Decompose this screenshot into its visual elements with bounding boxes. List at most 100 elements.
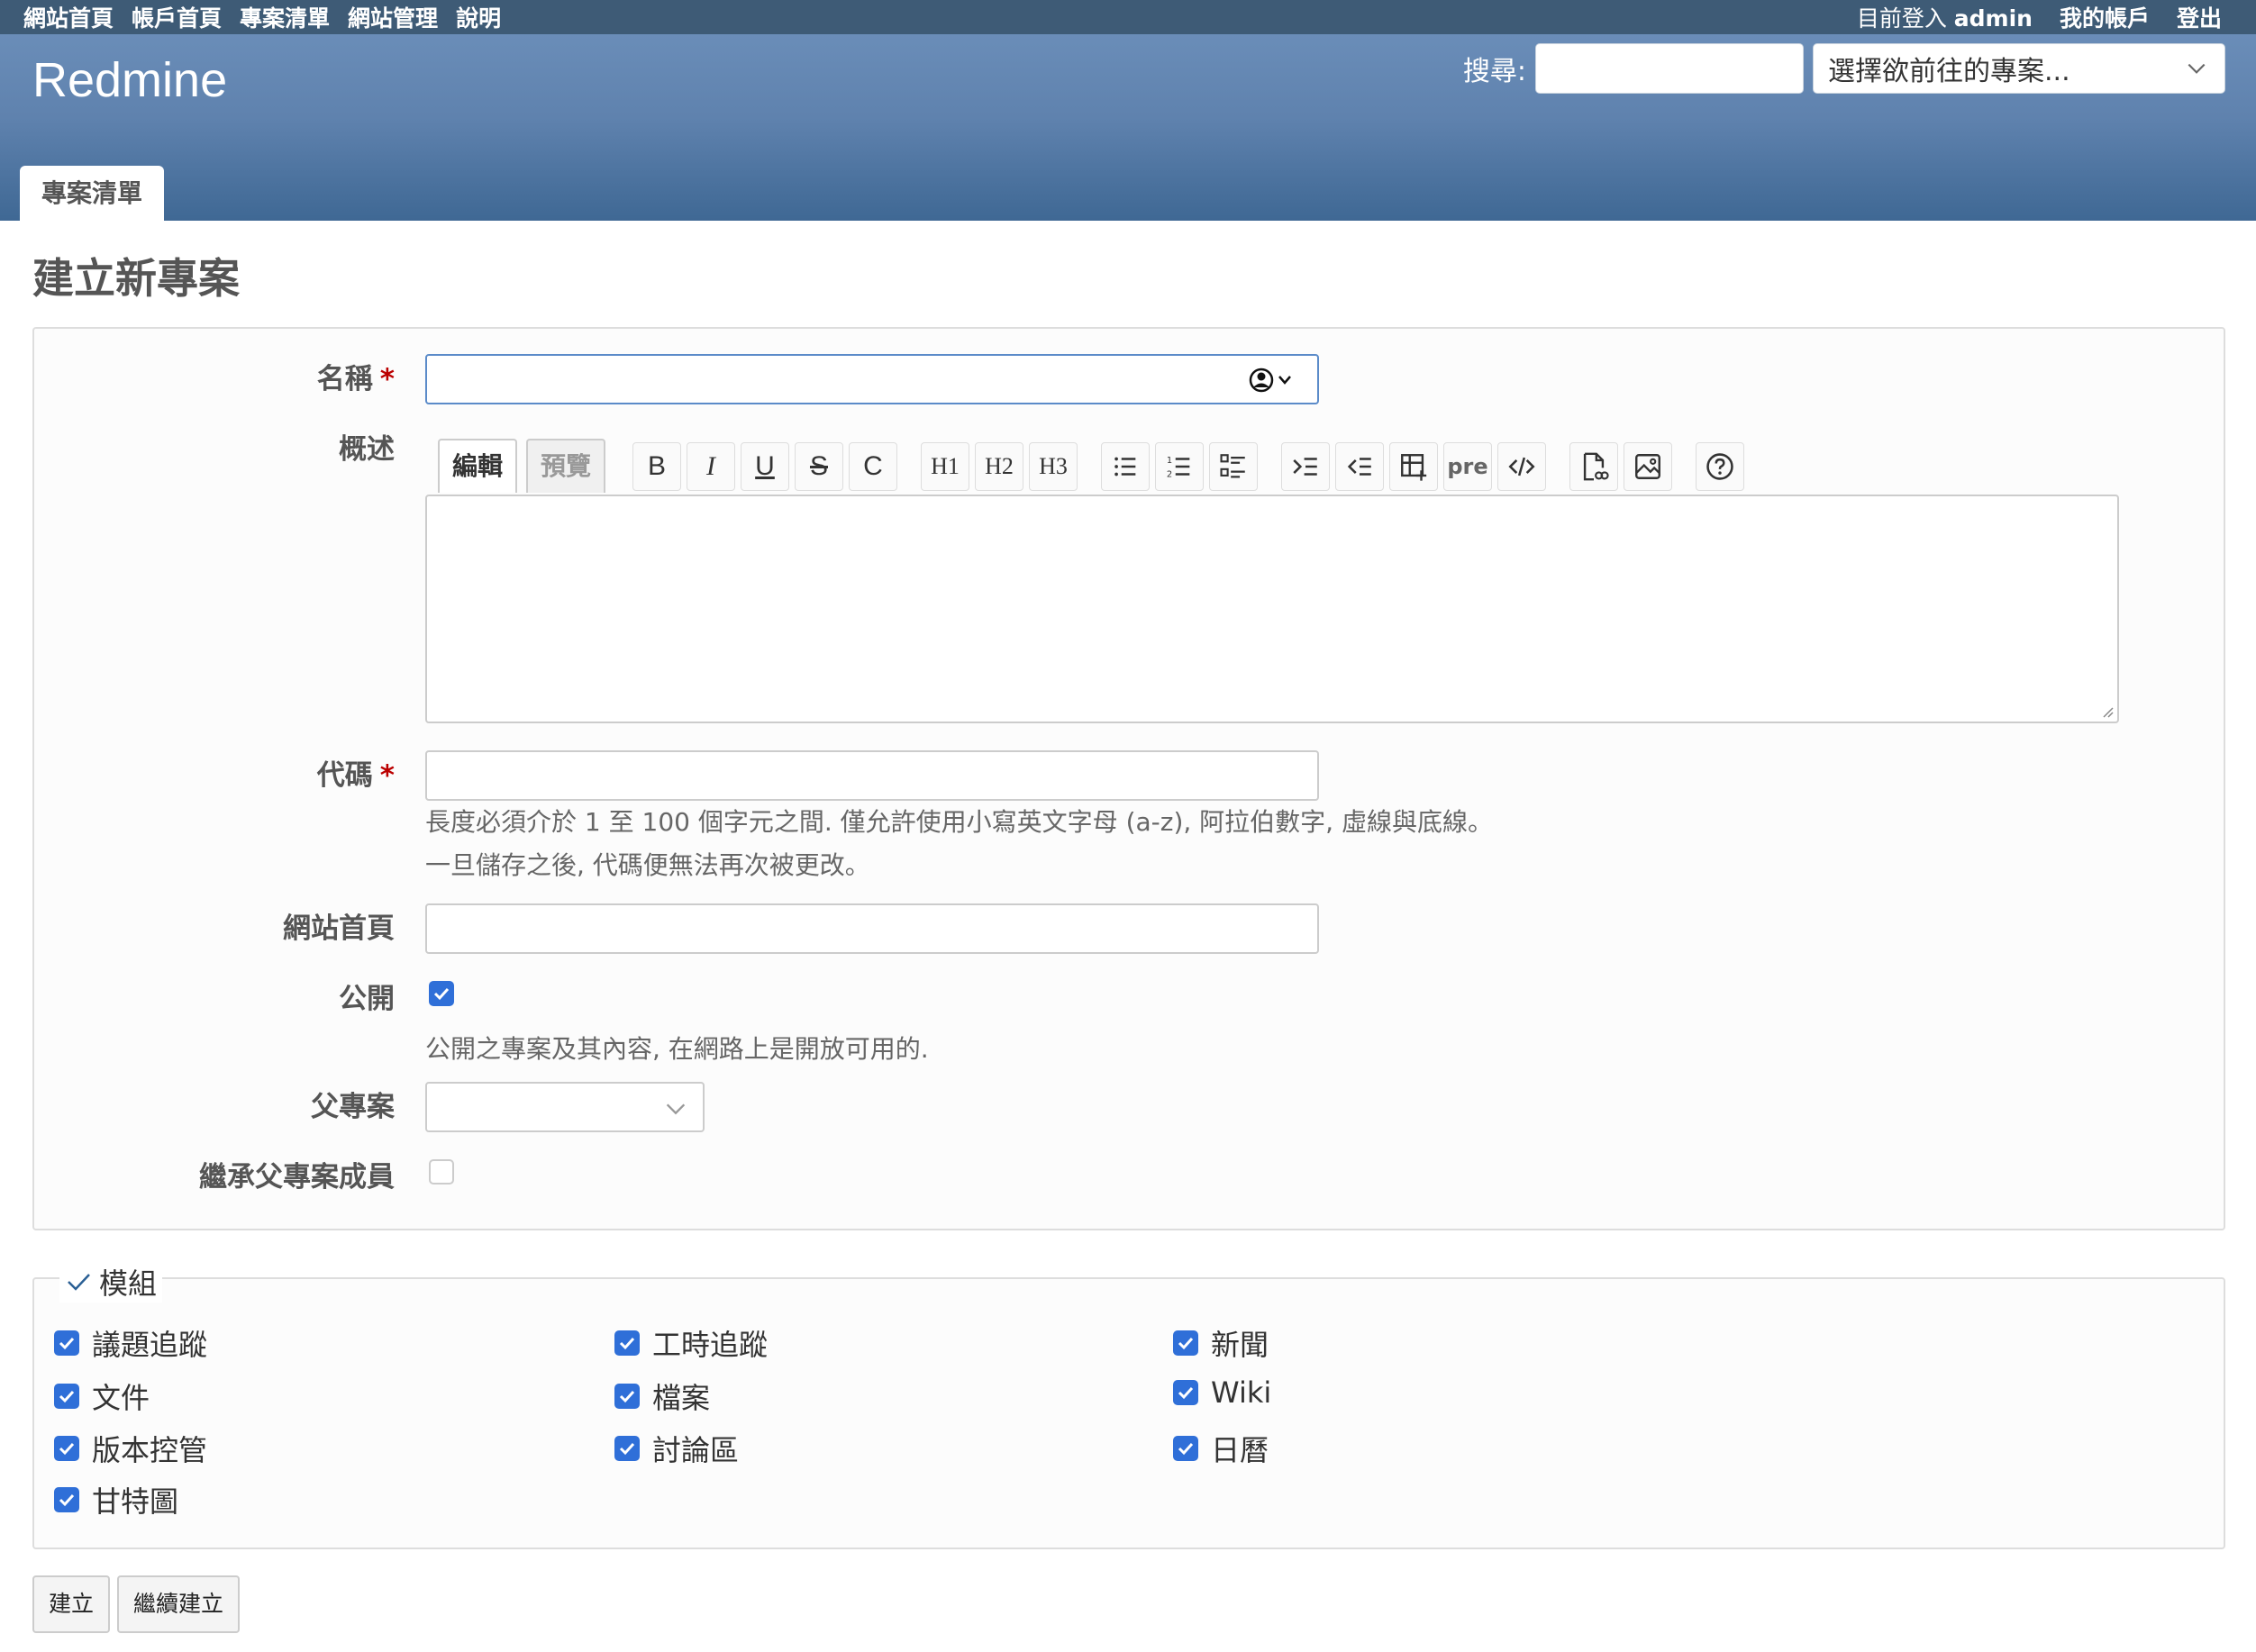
ordered-list-button[interactable]: 12 xyxy=(1155,442,1204,491)
create-button[interactable]: 建立 xyxy=(32,1575,111,1633)
italic-button[interactable]: I xyxy=(687,442,735,491)
top-menu-help[interactable]: 說明 xyxy=(456,1,501,33)
project-jump-select[interactable]: 選擇欲前往的專案... xyxy=(1813,43,2225,94)
module-documents[interactable]: 文件 xyxy=(54,1375,150,1417)
inline-code-button[interactable]: C xyxy=(849,442,897,491)
inherit-members-checkbox[interactable] xyxy=(429,1159,454,1185)
module-gantt[interactable]: 甘特圖 xyxy=(54,1479,178,1520)
parent-project-select[interactable] xyxy=(425,1082,705,1132)
logout-link[interactable]: 登出 xyxy=(2177,1,2222,33)
unquote-icon xyxy=(1347,458,1371,476)
top-menu-projects[interactable]: 專案清單 xyxy=(240,1,330,33)
module-label: 議題追蹤 xyxy=(92,1328,208,1362)
user-circle-dropdown-icon[interactable] xyxy=(1245,367,1299,394)
underline-button[interactable]: U xyxy=(741,442,789,491)
module-calendar[interactable]: 日曆 xyxy=(1173,1428,1269,1469)
name-label-text: 名稱 xyxy=(316,363,373,395)
module-label: 檔案 xyxy=(652,1381,711,1415)
blockquote-button[interactable] xyxy=(1281,442,1330,491)
module-label: 版本控管 xyxy=(92,1433,208,1467)
required-mark: * xyxy=(379,363,395,395)
checkmark-icon xyxy=(619,1442,635,1456)
underline-icon: U xyxy=(755,451,775,481)
modules-legend-text: 模組 xyxy=(99,1266,158,1301)
module-issue-tracking[interactable]: 議題追蹤 xyxy=(54,1322,207,1364)
numbered-list-icon: 12 xyxy=(1167,456,1190,479)
unordered-list-button[interactable] xyxy=(1101,442,1150,491)
module-checkbox[interactable] xyxy=(614,1436,640,1461)
table-icon xyxy=(1401,454,1427,481)
unquote-button[interactable] xyxy=(1335,442,1384,491)
identifier-input[interactable] xyxy=(425,750,1319,801)
heading-1-button[interactable]: H1 xyxy=(921,442,969,491)
help-icon xyxy=(1706,453,1733,480)
module-label: Wiki xyxy=(1211,1375,1272,1410)
modules-legend[interactable]: 模組 xyxy=(59,1261,163,1303)
module-label: 新聞 xyxy=(1211,1328,1269,1362)
inherit-members-label: 繼承父專案成員 xyxy=(199,1161,395,1194)
description-label: 概述 xyxy=(339,433,395,466)
link-attachment-button[interactable] xyxy=(1569,442,1618,491)
table-button[interactable] xyxy=(1389,442,1438,491)
top-menu-my-page[interactable]: 帳戶首頁 xyxy=(132,1,222,33)
page-title: 建立新專案 xyxy=(32,254,240,303)
module-checkbox[interactable] xyxy=(1173,1436,1198,1461)
name-input[interactable] xyxy=(425,354,1319,404)
homepage-label: 網站首頁 xyxy=(283,912,395,945)
help-button[interactable] xyxy=(1696,442,1744,491)
top-menu-home[interactable]: 網站首頁 xyxy=(23,1,114,33)
tab-preview[interactable]: 預覽 xyxy=(526,439,606,493)
tab-edit[interactable]: 編輯 xyxy=(438,439,518,493)
module-checkbox[interactable] xyxy=(614,1384,640,1409)
heading-3-button[interactable]: H3 xyxy=(1029,442,1078,491)
top-menu-administration[interactable]: 網站管理 xyxy=(348,1,438,33)
module-checkbox[interactable] xyxy=(1173,1380,1198,1405)
create-and-continue-button[interactable]: 繼續建立 xyxy=(117,1575,241,1633)
strike-button[interactable]: S xyxy=(795,442,843,491)
image-button[interactable] xyxy=(1624,442,1672,491)
module-checkbox[interactable] xyxy=(54,1330,79,1356)
project-form-box: 名稱 * 概述 編輯 預覽 B I U S C H1 H2 H3 1 2 pre… xyxy=(32,327,2225,1230)
checkmark-icon xyxy=(59,1337,75,1350)
svg-text:1: 1 xyxy=(1167,456,1172,466)
resize-grip-icon[interactable] xyxy=(2099,703,2114,718)
logged-as-prefix: 目前登入 xyxy=(1856,5,1947,32)
module-checkbox[interactable] xyxy=(54,1487,79,1512)
description-textarea[interactable] xyxy=(425,495,2119,723)
code-block-button[interactable] xyxy=(1497,442,1546,491)
module-label: 甘特圖 xyxy=(92,1484,179,1519)
checkmark-icon xyxy=(59,1493,75,1507)
task-list-button[interactable] xyxy=(1209,442,1258,491)
header: Redmine 搜尋: 選擇欲前往的專案... 專案清單 xyxy=(0,34,2256,221)
search-input[interactable] xyxy=(1535,43,1804,94)
heading-2-icon: H2 xyxy=(985,453,1014,479)
heading-2-button[interactable]: H2 xyxy=(975,442,1023,491)
identifier-info-length: 長度必須介於 1 至 100 個字元之間. 僅允許使用小寫英文字母 (a-z),… xyxy=(425,807,1493,837)
my-account-link[interactable]: 我的帳戶 xyxy=(2060,1,2150,33)
chevron-down-icon xyxy=(666,1103,686,1115)
module-news[interactable]: 新聞 xyxy=(1173,1322,1269,1364)
module-files[interactable]: 檔案 xyxy=(614,1375,710,1417)
module-checkbox[interactable] xyxy=(614,1330,640,1356)
module-forums[interactable]: 討論區 xyxy=(614,1428,739,1469)
strike-icon: S xyxy=(809,451,828,481)
bold-icon: B xyxy=(647,451,666,481)
public-checkbox[interactable] xyxy=(429,981,454,1006)
module-checkbox[interactable] xyxy=(54,1436,79,1461)
pre-button[interactable]: pre xyxy=(1443,442,1492,491)
module-wiki[interactable]: Wiki xyxy=(1173,1375,1271,1410)
bold-button[interactable]: B xyxy=(632,442,681,491)
module-checkbox[interactable] xyxy=(54,1384,79,1409)
homepage-input[interactable] xyxy=(425,903,1319,954)
module-time-tracking[interactable]: 工時追蹤 xyxy=(614,1322,768,1364)
main-menu: 專案清單 xyxy=(20,166,165,221)
module-label: 日曆 xyxy=(1211,1433,1269,1467)
public-label: 公開 xyxy=(339,983,395,1015)
required-mark: * xyxy=(379,759,395,792)
top-menu-left: 網站首頁 帳戶首頁 專案清單 網站管理 說明 xyxy=(23,0,501,34)
logged-user-link[interactable]: admin xyxy=(1954,5,2033,32)
tab-projects[interactable]: 專案清單 xyxy=(20,166,165,221)
module-checkbox[interactable] xyxy=(1173,1330,1198,1356)
module-repository[interactable]: 版本控管 xyxy=(54,1428,207,1469)
identifier-label-text: 代碼 xyxy=(316,759,373,792)
